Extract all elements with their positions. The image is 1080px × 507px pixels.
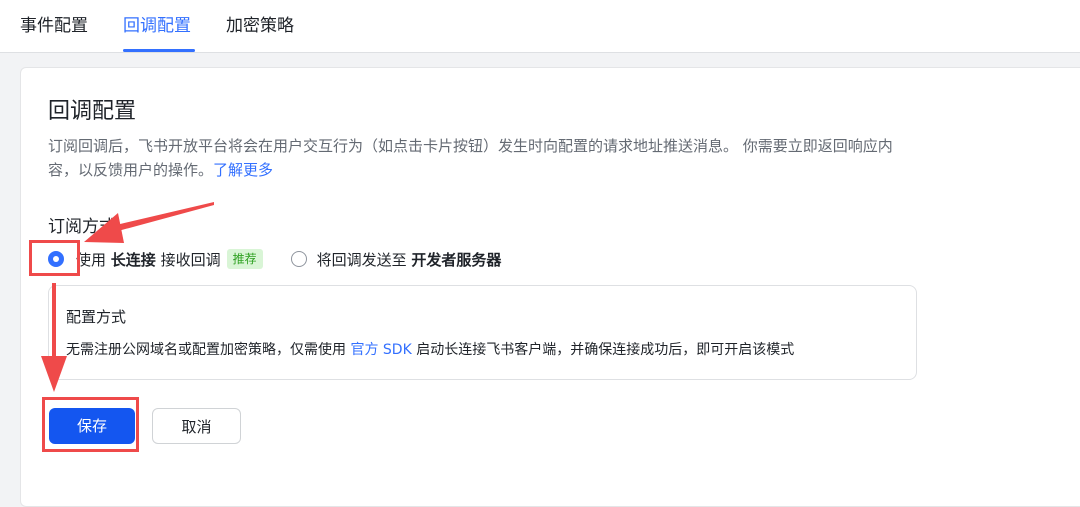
section-description: 订阅回调后，飞书开放平台将会在用户交互行为（如点击卡片按钮）发生时向配置的请求地… bbox=[48, 134, 948, 182]
option2-bold: 开发者服务器 bbox=[411, 250, 502, 269]
config-method-box bbox=[48, 285, 917, 380]
subscribe-method-label: 订阅方式 bbox=[48, 217, 116, 237]
save-button[interactable]: 保存 bbox=[49, 408, 135, 444]
option-long-connection-label[interactable]: 使用 长连接 接收回调 bbox=[76, 249, 221, 270]
config-text-after: 启动长连接飞书客户端，并确保连接成功后，即可开启该模式 bbox=[411, 342, 795, 358]
description-line-2-text: 容，以反馈用户的操作。 bbox=[48, 161, 214, 179]
active-tab-indicator bbox=[123, 49, 195, 52]
subscribe-method-radio-group: 使用 长连接 接收回调 推荐 将回调发送至 开发者服务器 bbox=[48, 246, 501, 272]
description-line-1: 订阅回调后，飞书开放平台将会在用户交互行为（如点击卡片按钮）发生时向配置的请求地… bbox=[48, 137, 893, 155]
cancel-button[interactable]: 取消 bbox=[152, 408, 241, 444]
tab-event-config[interactable]: 事件配置 bbox=[20, 14, 88, 38]
official-sdk-link[interactable]: 官方 SDK bbox=[350, 342, 411, 358]
config-method-text: 无需注册公网域名或配置加密策略，仅需使用 官方 SDK 启动长连接飞书客户端，并… bbox=[66, 339, 794, 361]
top-tab-bar: 事件配置 回调配置 加密策略 bbox=[0, 0, 1080, 53]
radio-developer-server[interactable] bbox=[290, 251, 307, 267]
option2-prefix: 将回调发送至 bbox=[316, 250, 412, 269]
option1-bold: 长连接 bbox=[110, 250, 156, 269]
radio-long-connection[interactable] bbox=[48, 251, 64, 267]
learn-more-link[interactable]: 了解更多 bbox=[213, 161, 273, 179]
option-developer-server-label[interactable]: 将回调发送至 开发者服务器 bbox=[317, 249, 502, 270]
recommended-badge: 推荐 bbox=[226, 249, 263, 269]
option1-suffix: 接收回调 bbox=[155, 250, 221, 269]
option1-prefix: 使用 bbox=[76, 250, 111, 269]
tab-encryption-strategy[interactable]: 加密策略 bbox=[226, 14, 294, 38]
config-method-title: 配置方式 bbox=[66, 308, 127, 326]
description-line-2: 容，以反馈用户的操作。了解更多 bbox=[48, 158, 948, 182]
section-title: 回调配置 bbox=[48, 99, 137, 124]
config-text-before: 无需注册公网域名或配置加密策略，仅需使用 bbox=[66, 342, 351, 358]
tab-callback-config[interactable]: 回调配置 bbox=[123, 14, 191, 38]
